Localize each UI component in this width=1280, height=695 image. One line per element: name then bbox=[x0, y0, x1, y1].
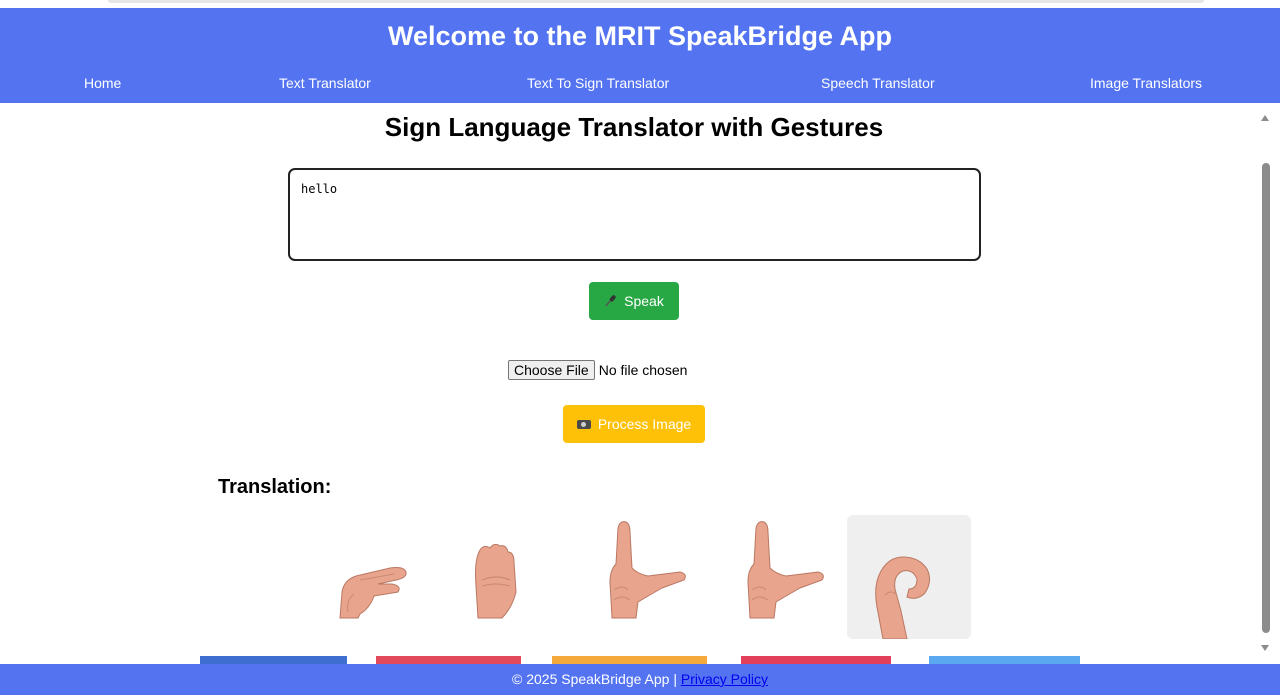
image-thumbnail bbox=[929, 656, 1080, 664]
nav-image-translators[interactable]: Image Translators bbox=[1090, 75, 1202, 91]
browser-top-strip bbox=[0, 0, 1280, 8]
scrollbar-thumb[interactable] bbox=[1262, 163, 1270, 633]
scroll-up-arrow[interactable] bbox=[1261, 115, 1269, 121]
image-thumbnail bbox=[200, 656, 347, 664]
page-title: Sign Language Translator with Gestures bbox=[384, 112, 884, 142]
sign-letter-l-image bbox=[747, 521, 824, 619]
image-thumbnail bbox=[376, 656, 521, 664]
file-input[interactable]: Choose File No file chosen bbox=[508, 360, 687, 380]
choose-file-button[interactable]: Choose File bbox=[508, 360, 595, 380]
app-title: Welcome to the MRIT SpeakBridge App bbox=[387, 21, 893, 51]
scroll-down-arrow[interactable] bbox=[1261, 645, 1269, 651]
file-status: No file chosen bbox=[598, 362, 688, 378]
footer: © 2025 SpeakBridge App | Privacy Policy bbox=[0, 664, 1280, 695]
privacy-policy-link[interactable]: Privacy Policy bbox=[681, 671, 768, 687]
sign-letter-o-hand bbox=[875, 556, 931, 639]
sign-letter-l-image bbox=[609, 521, 686, 619]
image-thumbnail bbox=[741, 656, 891, 664]
sign-letter-h-image bbox=[339, 567, 407, 619]
speak-button[interactable]: Speak bbox=[589, 282, 679, 320]
nav-text-to-sign-translator[interactable]: Text To Sign Translator bbox=[527, 75, 669, 91]
text-input[interactable]: hello bbox=[288, 168, 981, 261]
microphone-icon bbox=[605, 295, 616, 307]
nav-text-translator[interactable]: Text Translator bbox=[279, 75, 371, 91]
app-header: Welcome to the MRIT SpeakBridge App Home… bbox=[0, 8, 1280, 103]
nav-home[interactable]: Home bbox=[84, 75, 121, 91]
process-image-button[interactable]: Process Image bbox=[563, 405, 705, 443]
process-label: Process Image bbox=[597, 416, 692, 432]
camera-icon bbox=[576, 419, 591, 429]
address-bar-edge bbox=[108, 0, 1204, 3]
speak-label: Speak bbox=[624, 293, 664, 309]
image-thumbnail bbox=[552, 656, 707, 664]
sign-letter-o-image bbox=[847, 515, 971, 639]
translation-label: Translation: bbox=[218, 476, 332, 498]
sign-letter-e-image bbox=[475, 543, 517, 619]
nav-speech-translator[interactable]: Speech Translator bbox=[821, 75, 935, 91]
footer-text: © 2025 SpeakBridge App | bbox=[512, 671, 681, 687]
